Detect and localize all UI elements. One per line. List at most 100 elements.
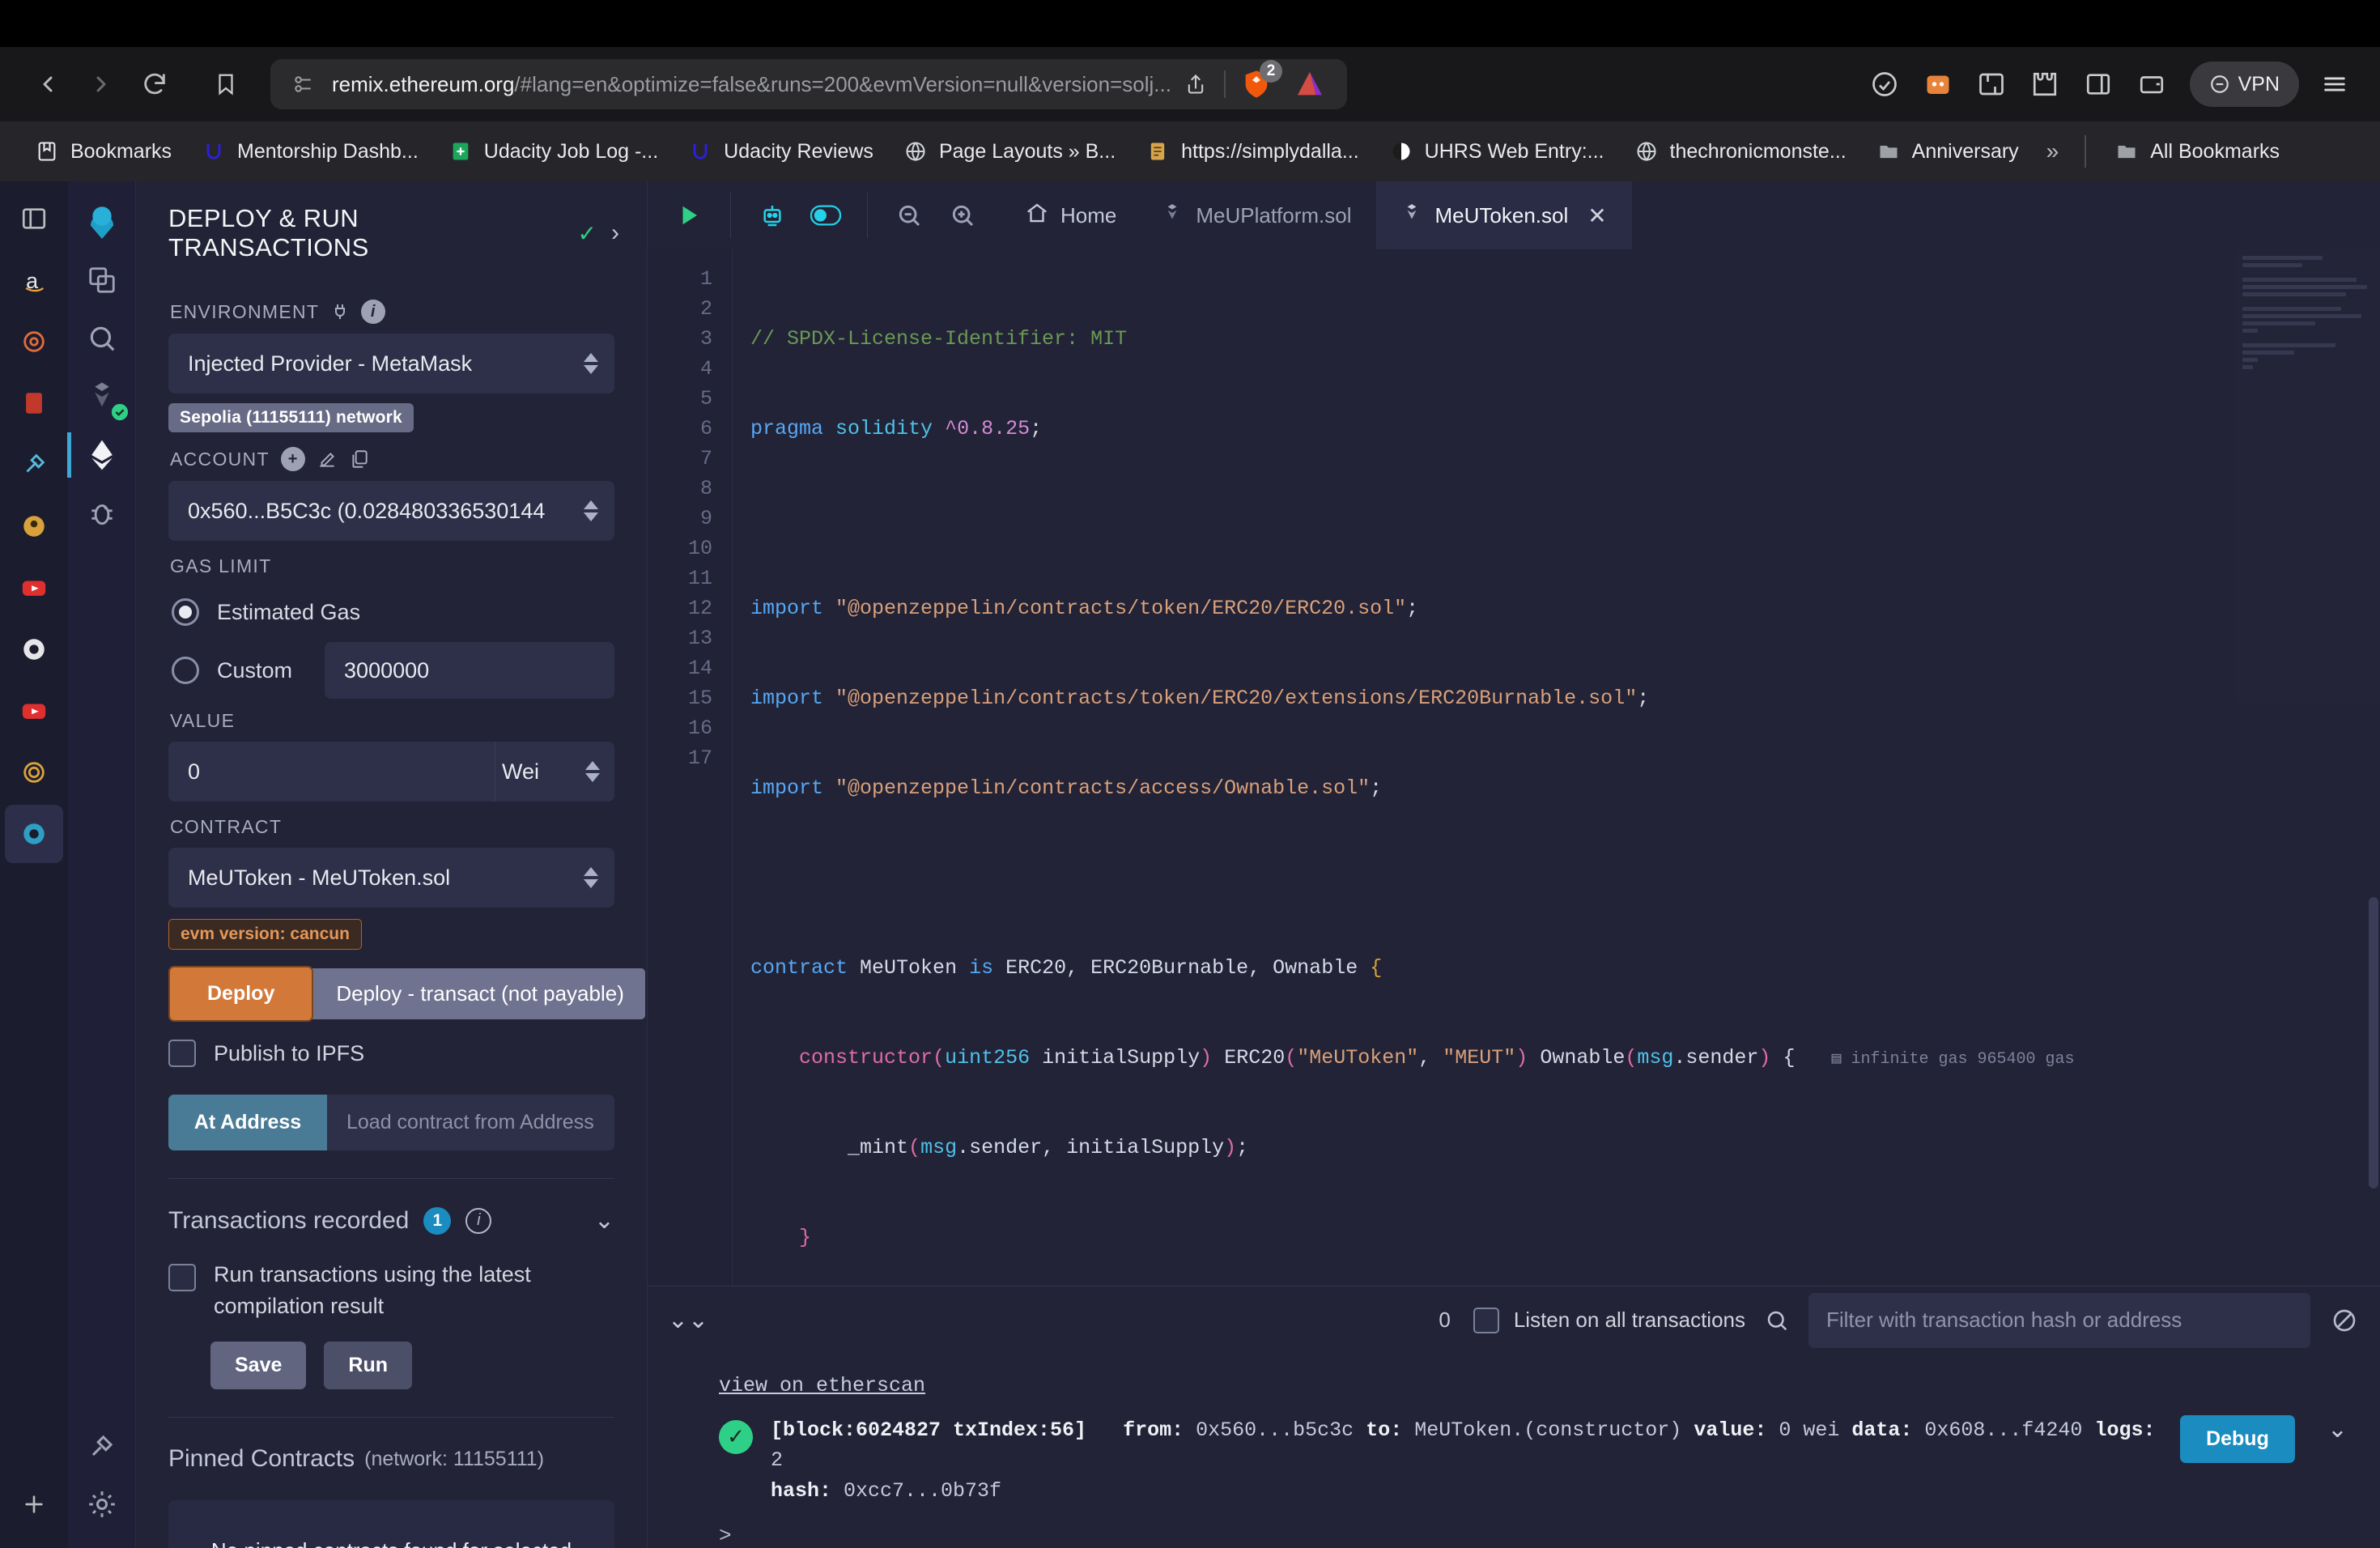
search-icon[interactable] <box>1760 1308 1794 1333</box>
tab-home[interactable]: Home <box>1004 181 1137 249</box>
extension-puzzle-icon[interactable] <box>1968 61 2015 108</box>
youtube-icon[interactable] <box>5 682 63 740</box>
value-input[interactable]: 0 <box>168 742 495 802</box>
reload-button[interactable] <box>128 57 181 111</box>
run-latest-row[interactable]: Run transactions using the latest compil… <box>168 1259 614 1322</box>
bookmarks-overflow-icon[interactable]: » <box>2034 138 2072 164</box>
publish-ipfs-checkbox[interactable] <box>168 1040 196 1067</box>
add-icon[interactable] <box>5 1475 63 1533</box>
at-address-button[interactable]: At Address <box>168 1095 327 1150</box>
robot-icon[interactable] <box>749 192 796 239</box>
copy-account-icon[interactable] <box>349 449 370 470</box>
debug-button[interactable]: Debug <box>2180 1414 2295 1463</box>
vpn-button[interactable]: VPN <box>2189 62 2299 107</box>
chevron-down-icon[interactable]: ⌄ <box>594 1206 614 1235</box>
listen-all-checkbox[interactable] <box>1473 1307 1499 1333</box>
bookmark-item[interactable]: Bookmarks <box>19 129 186 174</box>
plugin-manager-icon[interactable] <box>74 1417 130 1475</box>
bookmark-item[interactable]: Udacity Reviews <box>673 129 888 174</box>
bookmark-item[interactable]: Udacity Job Log -... <box>433 129 673 174</box>
remix-extension-icon[interactable] <box>5 805 63 863</box>
youtube-icon[interactable] <box>5 559 63 617</box>
environment-select[interactable]: Injected Provider - MetaMask <box>168 334 614 393</box>
account-select[interactable]: 0x560...B5C3c (0.028480336530144 <box>168 481 614 541</box>
chevron-stepper-icon[interactable] <box>584 500 598 521</box>
custom-gas-row[interactable]: Custom 3000000 <box>172 642 614 699</box>
collapse-terminal-icon[interactable]: ⌄⌄ <box>668 1306 708 1334</box>
terminal-prompt[interactable]: > <box>648 1506 2380 1548</box>
metamask-icon[interactable] <box>1289 63 1331 105</box>
tab-meuplatform-sol[interactable]: MeUPlatform.sol <box>1137 181 1377 249</box>
deploy-button[interactable]: Deploy <box>168 966 314 1022</box>
book-red-icon[interactable] <box>5 374 63 432</box>
ai-toggle-icon[interactable] <box>802 192 849 239</box>
plug-icon[interactable] <box>330 302 350 321</box>
at-address-input[interactable]: Load contract from Address <box>327 1095 614 1150</box>
deploy-run-icon[interactable] <box>66 426 130 484</box>
avatar-icon[interactable] <box>5 497 63 555</box>
estimated-gas-radio[interactable] <box>172 598 199 626</box>
site-settings-icon[interactable] <box>287 74 319 95</box>
expand-transaction-icon[interactable]: ⌄ <box>2327 1415 2348 1444</box>
zoom-in-icon[interactable] <box>939 192 986 239</box>
sign-message-icon[interactable] <box>317 449 338 470</box>
info-icon[interactable]: i <box>361 300 386 324</box>
extension-cat-icon[interactable] <box>1915 61 1961 108</box>
publish-ipfs-row[interactable]: Publish to IPFS <box>168 1040 614 1067</box>
share-icon[interactable] <box>1177 72 1214 96</box>
editor-scrollbar[interactable] <box>2369 897 2378 1189</box>
add-account-icon[interactable]: + <box>280 447 305 471</box>
broom-icon[interactable] <box>5 436 63 494</box>
target-icon[interactable] <box>5 313 63 371</box>
close-icon[interactable]: ✕ <box>1587 202 1606 229</box>
editor-minimap[interactable] <box>2234 249 2380 703</box>
bookmark-item[interactable]: Mentorship Dashb... <box>186 129 433 174</box>
clear-terminal-icon[interactable] <box>2325 1308 2357 1333</box>
search-icon[interactable] <box>74 309 130 368</box>
info-icon[interactable]: i <box>465 1207 492 1234</box>
back-button[interactable] <box>21 57 74 111</box>
extensions-icon[interactable] <box>2021 61 2068 108</box>
amazon-icon[interactable]: a <box>5 251 63 309</box>
contract-select[interactable]: MeUToken - MeUToken.sol <box>168 848 614 908</box>
forward-button[interactable] <box>74 57 128 111</box>
all-bookmarks-button[interactable]: All Bookmarks <box>2099 129 2294 174</box>
sidebar-panel-toggle-icon[interactable] <box>5 189 63 248</box>
bookmark-item[interactable]: thechronicmonste... <box>1619 129 1861 174</box>
settings-gear-icon[interactable] <box>74 1475 130 1533</box>
file-explorer-icon[interactable] <box>74 251 130 309</box>
panel-expand-icon[interactable]: › <box>611 219 619 247</box>
chevron-stepper-icon[interactable] <box>584 353 598 374</box>
debugger-icon[interactable] <box>74 484 130 542</box>
code-content[interactable]: // SPDX-License-Identifier: MIT pragma s… <box>732 249 2380 1286</box>
brave-shields-icon[interactable]: 2 <box>1235 60 1282 105</box>
spiral-icon[interactable] <box>5 743 63 802</box>
brave-rewards-icon[interactable] <box>1861 61 1908 108</box>
run-button[interactable]: Run <box>324 1342 412 1390</box>
view-on-etherscan-link[interactable]: view on etherscan <box>648 1366 2380 1415</box>
custom-gas-input[interactable]: 3000000 <box>325 642 614 699</box>
bookmark-page-icon[interactable] <box>199 57 253 111</box>
chevron-stepper-icon[interactable] <box>584 867 598 888</box>
chevron-stepper-icon[interactable] <box>585 761 600 782</box>
terminal-filter-input[interactable]: Filter with transaction hash or address <box>1808 1292 2310 1348</box>
wallet-icon[interactable] <box>2128 61 2175 108</box>
run-script-icon[interactable] <box>665 192 712 239</box>
bookmark-item[interactable]: UHRS Web Entry:... <box>1374 129 1619 174</box>
value-unit-select[interactable]: Wei <box>495 742 614 802</box>
browser-menu-icon[interactable] <box>2310 61 2359 108</box>
save-button[interactable]: Save <box>210 1342 307 1390</box>
custom-gas-radio[interactable] <box>172 657 199 684</box>
github-icon[interactable] <box>5 620 63 678</box>
bookmark-item[interactable]: https://simplydalla... <box>1130 129 1374 174</box>
zoom-out-icon[interactable] <box>886 192 933 239</box>
estimated-gas-row[interactable]: Estimated Gas <box>172 587 614 637</box>
code-editor[interactable]: 1 2 3 4 5 6 7 8 9 10 11 12 13 14 15 16 1 <box>648 249 2380 1286</box>
solidity-compiler-icon[interactable] <box>74 368 130 426</box>
sidebar-toggle-icon[interactable] <box>2075 61 2122 108</box>
run-latest-checkbox[interactable] <box>168 1264 196 1291</box>
bookmark-item[interactable]: Page Layouts » B... <box>888 129 1130 174</box>
address-bar[interactable]: remix.ethereum.org/#lang=en&optimize=fal… <box>270 59 1347 109</box>
bookmark-folder-anniversary[interactable]: Anniversary <box>1861 129 2034 174</box>
tab-meutoken-sol[interactable]: MeUToken.sol ✕ <box>1376 181 1632 249</box>
